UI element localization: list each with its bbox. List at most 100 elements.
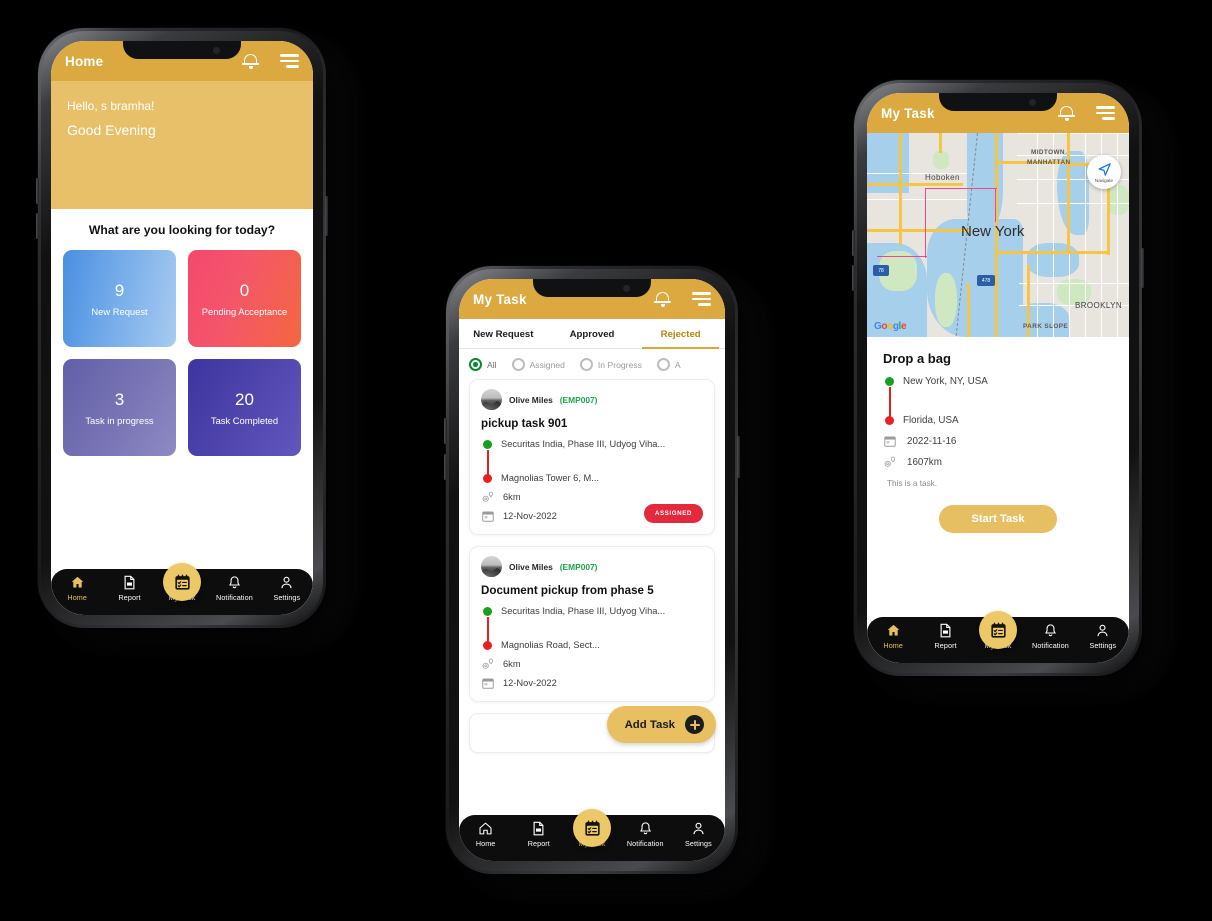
route-origin: New York, NY, USA xyxy=(883,376,1113,387)
volume-button[interactable] xyxy=(36,213,39,239)
report-icon xyxy=(938,623,953,638)
filter-label: All xyxy=(487,359,497,370)
volume-button[interactable] xyxy=(444,454,447,480)
task-card[interactable]: Olive Miles (EMP007) pickup task 901 Sec… xyxy=(469,379,715,535)
my-task-fab[interactable] xyxy=(573,809,611,847)
navigate-button[interactable]: Navigate xyxy=(1087,155,1121,189)
tab-rejected[interactable]: Rejected xyxy=(636,319,725,349)
radio-icon xyxy=(469,358,482,371)
power-button[interactable] xyxy=(1141,248,1144,288)
hamburger-menu-icon[interactable] xyxy=(692,292,711,306)
home-icon xyxy=(70,575,85,590)
nav-item-notification[interactable]: Notification xyxy=(208,575,260,602)
nav-label: Report xyxy=(118,593,141,602)
task-title: pickup task 901 xyxy=(481,417,568,430)
nav-item-home[interactable]: Home xyxy=(867,623,919,650)
route-origin: Securitas India, Phase III, Udyog Viha..… xyxy=(481,439,703,449)
filter-assigned[interactable]: Assigned xyxy=(511,358,565,371)
task-date: 12-Nov-2022 xyxy=(503,678,557,688)
phone-home: Home Hello, s bramha! Good Evening What … xyxy=(36,28,348,642)
checklist-icon xyxy=(584,820,600,836)
bell-icon xyxy=(227,575,242,590)
bell-icon[interactable] xyxy=(1058,105,1075,121)
bell-icon[interactable] xyxy=(654,291,671,307)
plus-icon xyxy=(685,715,704,734)
tab-new-request[interactable]: New Request xyxy=(459,319,548,348)
filter-accepted[interactable]: A xyxy=(656,358,681,371)
destination-pin-icon xyxy=(885,416,894,425)
stat-card-task-in-progress[interactable]: 3 Task in progress xyxy=(63,359,176,456)
map-label-hoboken: Hoboken xyxy=(925,173,960,182)
task-card[interactable]: Olive Miles (EMP007) Document pickup fro… xyxy=(469,546,715,702)
map-water xyxy=(1015,303,1069,337)
map-highway xyxy=(939,133,942,153)
status-badge: ASSIGNED xyxy=(643,504,703,523)
volume-button[interactable] xyxy=(852,230,855,256)
task-title: Drop a bag xyxy=(883,351,951,366)
destination-address: Florida, USA xyxy=(903,415,959,426)
task-route: Securitas India, Phase III, Udyog Viha..… xyxy=(481,439,703,483)
phone-my-task-list: My Task New Request Approved Rejected Al… xyxy=(444,266,760,888)
start-task-button[interactable]: Start Task xyxy=(939,505,1057,533)
bell-icon[interactable] xyxy=(242,53,259,69)
nav-item-home[interactable]: Home xyxy=(459,821,512,848)
filter-label: Assigned xyxy=(529,359,565,370)
nav-item-settings[interactable]: Settings xyxy=(261,575,313,602)
calendar-icon xyxy=(481,509,495,523)
map-street xyxy=(1017,203,1129,205)
filter-in-progress[interactable]: In Progress xyxy=(579,358,642,371)
my-task-fab[interactable] xyxy=(979,611,1017,649)
nav-label: Notification xyxy=(1032,641,1069,650)
nav-item-settings[interactable]: Settings xyxy=(672,821,725,848)
map-route xyxy=(995,188,996,222)
assignee-name: Olive Miles xyxy=(509,561,553,572)
route-destination: Magnolias Tower 6, M... xyxy=(481,473,703,483)
distance-icon xyxy=(883,455,897,469)
stat-card-pending-acceptance[interactable]: 0 Pending Acceptance xyxy=(188,250,301,347)
task-date-row: 12-Nov-2022 xyxy=(481,676,703,690)
task-distance-row: 6km xyxy=(481,490,703,504)
nav-label: Settings xyxy=(1089,641,1117,650)
hamburger-menu-icon[interactable] xyxy=(1096,106,1115,120)
power-button[interactable] xyxy=(737,436,740,478)
nav-item-notification[interactable]: Notification xyxy=(1024,623,1076,650)
hamburger-menu-icon[interactable] xyxy=(280,54,299,68)
nav-item-home[interactable]: Home xyxy=(51,575,103,602)
stat-card-task-completed[interactable]: 20 Task Completed xyxy=(188,359,301,456)
origin-address: Securitas India, Phase III, Udyog Viha..… xyxy=(501,439,666,449)
nav-label: Home xyxy=(883,641,903,650)
map-label-park-slope: PARK SLOPE xyxy=(1023,323,1069,330)
my-task-fab[interactable] xyxy=(163,563,201,601)
map-highway xyxy=(1067,133,1070,253)
avatar xyxy=(481,389,502,410)
nav-item-report[interactable]: Report xyxy=(512,821,565,848)
nav-label: Report xyxy=(934,641,957,650)
nav-item-report[interactable]: Report xyxy=(103,575,155,602)
map-route xyxy=(877,256,927,257)
notch xyxy=(939,93,1057,111)
route-destination: Florida, USA xyxy=(883,415,1113,426)
filter-label: In Progress xyxy=(597,359,642,370)
map-view[interactable]: 78 478 MIDTOWN MANHATTAN Hoboken BROOKLY… xyxy=(867,133,1129,337)
filter-all[interactable]: All xyxy=(469,358,497,371)
nav-item-notification[interactable]: Notification xyxy=(619,821,672,848)
task-card-list[interactable]: Olive Miles (EMP007) pickup task 901 Sec… xyxy=(459,379,725,861)
greeting-name: Hello, s bramha! xyxy=(67,99,155,113)
nav-item-report[interactable]: Report xyxy=(919,623,971,650)
volume-button[interactable] xyxy=(444,418,447,444)
add-task-button[interactable]: Add Task xyxy=(606,706,716,743)
assignee-code: (EMP007) xyxy=(559,394,598,405)
nav-item-settings[interactable]: Settings xyxy=(1077,623,1129,650)
map-highway xyxy=(995,251,1109,254)
destination-address: Magnolias Road, Sect... xyxy=(501,640,600,650)
power-button[interactable] xyxy=(325,196,328,236)
phone-screen: My Task 78 478 MIDTOWN MANHATTAN Hoboken… xyxy=(867,93,1129,663)
task-date: 2022-11-16 xyxy=(907,435,957,447)
tab-approved[interactable]: Approved xyxy=(548,319,637,348)
task-date: 12-Nov-2022 xyxy=(503,511,557,521)
highway-shield-478: 478 xyxy=(977,275,995,286)
volume-button[interactable] xyxy=(852,265,855,291)
destination-address: Magnolias Tower 6, M... xyxy=(501,473,600,483)
stat-card-new-request[interactable]: 9 New Request xyxy=(63,250,176,347)
volume-button[interactable] xyxy=(36,178,39,204)
